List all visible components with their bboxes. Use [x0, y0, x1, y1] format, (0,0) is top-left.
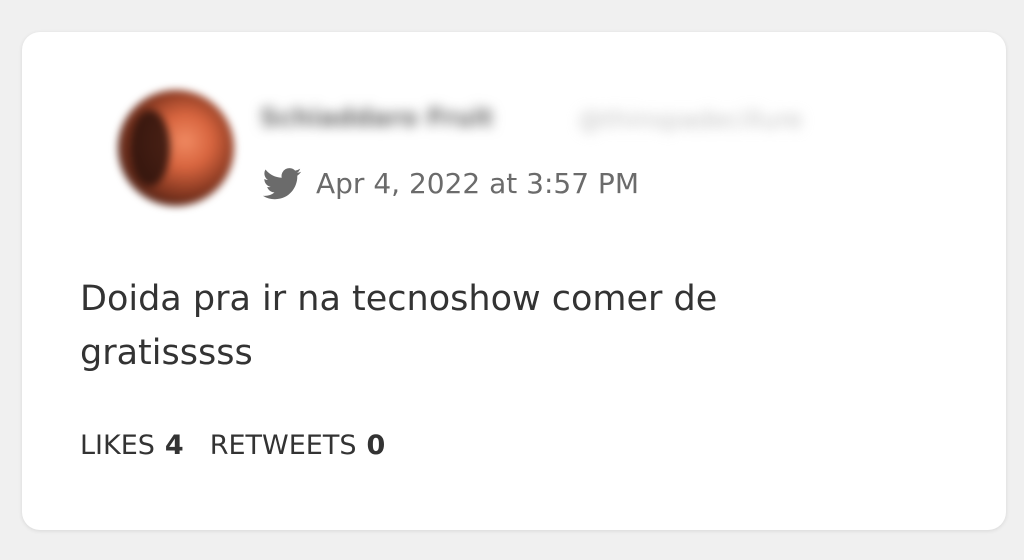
retweets-label: RETWEETS	[209, 430, 357, 461]
tweet-card: Schiaddaro Fruit @thinspadecillure Apr 4…	[22, 32, 1006, 530]
user-handle[interactable]: @thinspadecillure	[578, 104, 868, 136]
likes-count: 4	[164, 430, 184, 461]
tweet-text: Doida pra ir na tecnoshow comer de grati…	[80, 279, 718, 373]
user-display-name[interactable]: Schiaddaro Fruit	[260, 102, 550, 134]
avatar[interactable]	[118, 90, 234, 206]
tweet-timestamp[interactable]: Apr 4, 2022 at 3:57 PM	[316, 164, 639, 204]
twitter-bird-icon	[262, 168, 302, 200]
tweet-stats: LIKES 4 RETWEETS 0	[80, 428, 385, 464]
tweet-meta: Apr 4, 2022 at 3:57 PM	[262, 164, 639, 204]
likes-label: LIKES	[80, 430, 155, 461]
retweets-count: 0	[366, 430, 386, 461]
